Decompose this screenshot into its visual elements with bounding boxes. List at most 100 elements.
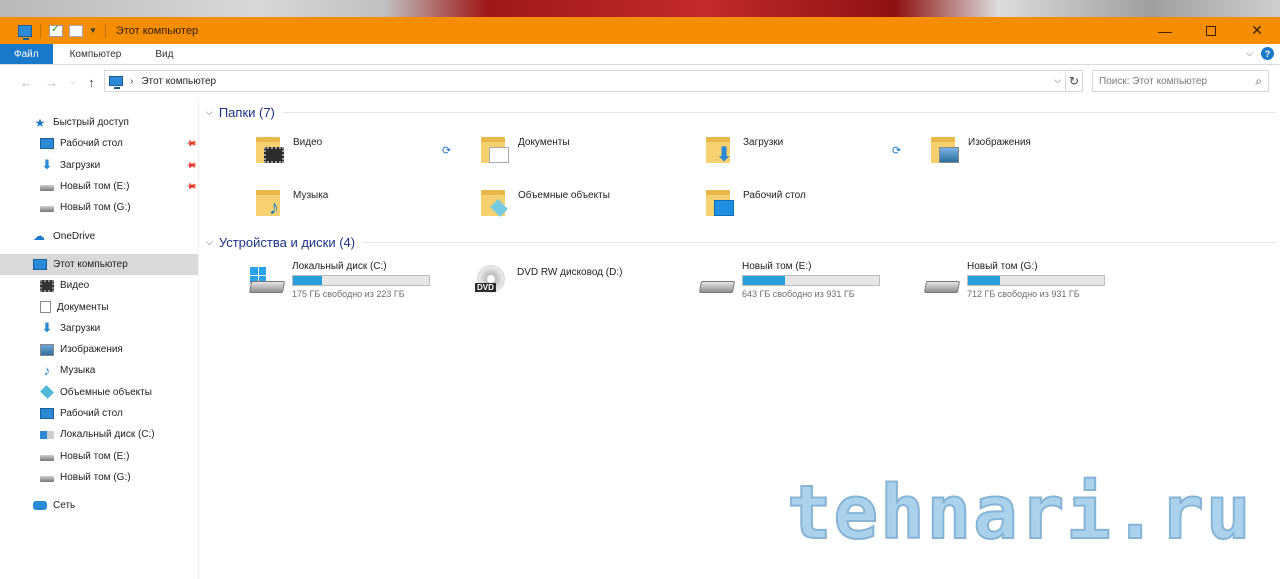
- sidebar-item-label: Документы: [57, 301, 109, 313]
- address-dropdown-icon[interactable]: ⌵: [1054, 75, 1061, 86]
- sidebar-item-quick-access[interactable]: ★ Быстрый доступ: [0, 112, 198, 133]
- downloads-folder-icon: ⬇: [704, 133, 734, 165]
- sidebar-item-drive-e[interactable]: Новый том (E:): [0, 445, 198, 466]
- video-folder-icon: [254, 133, 284, 163]
- window-title: Этот компьютер: [115, 24, 199, 37]
- sidebar-item-downloads[interactable]: ⬇ Загрузки: [0, 318, 198, 339]
- drive-icon: [40, 185, 54, 192]
- desktop-wallpaper: [0, 0, 1280, 17]
- drive-free-space: 712 ГБ свободно из 931 ГБ: [967, 289, 1080, 299]
- sidebar-item-drive-g[interactable]: Новый том (G:): [0, 467, 198, 488]
- sidebar-item-label: Видео: [60, 280, 90, 292]
- drive-icon: [698, 267, 736, 299]
- music-folder-icon: ♪: [254, 186, 284, 218]
- title-bar: ▼ Этот компьютер — ✕: [0, 17, 1280, 44]
- sidebar-item-drive-c[interactable]: Локальный диск (C:): [0, 424, 198, 445]
- toolbar-divider: [40, 23, 41, 38]
- breadcrumb[interactable]: Этот компьютер: [141, 76, 216, 87]
- folder-tile-pictures[interactable]: Изображения: [929, 133, 1031, 163]
- sidebar-item-pictures[interactable]: Изображения: [0, 339, 198, 360]
- folder-tile-video[interactable]: Видео: [254, 133, 322, 163]
- close-button[interactable]: ✕: [1234, 17, 1280, 44]
- drive-tile-d[interactable]: DVD DVD RW дисковод (D:): [473, 261, 622, 299]
- documents-icon: [40, 301, 51, 314]
- search-input[interactable]: Поиск: Этот компьютер ⌕: [1092, 70, 1269, 92]
- devices-group-header[interactable]: ⌵ Устройства и диски (4): [206, 232, 1276, 252]
- sidebar-item-network[interactable]: Сеть: [0, 495, 198, 516]
- new-folder-icon[interactable]: [69, 24, 83, 37]
- help-icon[interactable]: ?: [1261, 47, 1274, 60]
- documents-folder-icon: [479, 133, 509, 163]
- sidebar-item-this-pc[interactable]: Этот компьютер: [0, 253, 198, 276]
- 3d-objects-folder-icon: [479, 186, 509, 217]
- drive-free-space: 175 ГБ свободно из 223 ГБ: [292, 289, 405, 299]
- navigation-pane: ★ Быстрый доступ Рабочий стол 📌 ⬇ Загруз…: [0, 99, 199, 579]
- drive-tile-e[interactable]: Новый том (E:) 643 ГБ свободно из 931 ГБ: [698, 261, 880, 299]
- group-title: Папки (7): [218, 104, 275, 120]
- pin-icon[interactable]: 📌: [184, 137, 197, 150]
- sidebar-item-quick-desktop[interactable]: Рабочий стол 📌: [0, 133, 198, 154]
- collapse-chevron-icon[interactable]: ⌵: [206, 107, 213, 118]
- downloads-icon: ⬇: [41, 320, 53, 336]
- tab-computer[interactable]: Компьютер: [53, 44, 139, 64]
- folder-name: Музыка: [293, 190, 329, 201]
- sidebar-item-3d-objects[interactable]: Объемные объекты: [0, 382, 198, 403]
- desktop-folder-icon: [704, 186, 734, 216]
- drive-name: Новый том (G:): [967, 261, 1038, 272]
- folders-group-header[interactable]: ⌵ Папки (7): [206, 102, 1276, 122]
- folder-tile-downloads[interactable]: ⬇ Загрузки: [704, 133, 783, 165]
- sidebar-item-quick-drive-g[interactable]: Новый том (G:): [0, 197, 198, 218]
- music-icon: ♪: [43, 362, 51, 378]
- sidebar-item-label: Локальный диск (C:): [60, 429, 155, 441]
- sidebar-item-quick-downloads[interactable]: ⬇ Загрузки 📌: [0, 155, 198, 176]
- chevron-down-icon[interactable]: ▼: [89, 26, 97, 35]
- collapse-chevron-icon[interactable]: ⌵: [206, 237, 213, 248]
- sidebar-item-video[interactable]: Видео: [0, 275, 198, 296]
- up-arrow-icon[interactable]: ↑: [88, 75, 95, 90]
- sidebar-item-documents[interactable]: Документы: [0, 296, 198, 317]
- tab-file[interactable]: Файл: [0, 44, 53, 64]
- folder-name: Объемные объекты: [518, 190, 610, 201]
- sidebar-item-onedrive[interactable]: ☁ OneDrive: [0, 225, 198, 246]
- tab-view[interactable]: Вид: [138, 44, 190, 64]
- folder-tile-music[interactable]: ♪ Музыка: [254, 186, 329, 218]
- sidebar-item-label: Новый том (E:): [60, 450, 130, 462]
- pin-icon[interactable]: 📌: [184, 180, 197, 193]
- drive-tile-c[interactable]: Локальный диск (C:) 175 ГБ свободно из 2…: [248, 261, 430, 299]
- folder-name: Видео: [293, 137, 323, 148]
- folder-tile-desktop[interactable]: Рабочий стол: [704, 186, 806, 216]
- folder-tile-3d-objects[interactable]: Объемные объекты: [479, 186, 610, 217]
- address-bar[interactable]: › Этот компьютер ⌵: [104, 70, 1066, 92]
- address-row: ← → ⌵ ↑ › Этот компьютер ⌵ ↻ Поиск: Этот…: [0, 65, 1280, 99]
- maximize-button[interactable]: [1188, 17, 1234, 44]
- refresh-button[interactable]: ↻: [1066, 70, 1083, 92]
- sidebar-item-label: Загрузки: [60, 159, 101, 171]
- search-placeholder: Поиск: Этот компьютер: [1099, 75, 1208, 87]
- recent-chevron-icon[interactable]: ⌵: [70, 77, 76, 87]
- sidebar-item-desktop[interactable]: Рабочий стол: [0, 403, 198, 424]
- sidebar-item-music[interactable]: ♪ Музыка: [0, 360, 198, 381]
- navigation-buttons: ← → ⌵ ↑: [0, 75, 104, 90]
- minimize-button[interactable]: —: [1142, 17, 1188, 44]
- dvd-drive-icon: DVD: [473, 265, 511, 299]
- sidebar-item-label: Рабочий стол: [60, 138, 123, 150]
- drive-name: Локальный диск (C:): [292, 261, 387, 272]
- star-icon: ★: [34, 115, 46, 130]
- ribbon-tabs: Файл Компьютер Вид ⌵ ?: [0, 44, 1280, 65]
- sidebar-item-quick-drive-e[interactable]: Новый том (E:) 📌: [0, 176, 198, 197]
- properties-icon[interactable]: [49, 24, 63, 37]
- sidebar-item-label: Изображения: [60, 344, 123, 356]
- expand-ribbon-icon[interactable]: ⌵: [1246, 48, 1253, 59]
- sidebar-item-label: Объемные объекты: [60, 386, 152, 398]
- drive-usage-bar: [292, 275, 430, 286]
- quick-access-toolbar: ▼: [0, 23, 108, 40]
- back-arrow-icon[interactable]: ←: [20, 75, 33, 90]
- sidebar-item-label: Новый том (E:): [60, 181, 130, 193]
- drive-name: Новый том (E:): [742, 261, 812, 272]
- forward-arrow-icon[interactable]: →: [45, 75, 58, 90]
- drive-tile-g[interactable]: Новый том (G:) 712 ГБ свободно из 931 ГБ: [923, 261, 1105, 299]
- breadcrumb-chevron-icon[interactable]: ›: [130, 76, 133, 87]
- 3d-objects-icon: [40, 385, 54, 400]
- folder-tile-documents[interactable]: Документы: [479, 133, 570, 163]
- pin-icon[interactable]: 📌: [184, 159, 197, 172]
